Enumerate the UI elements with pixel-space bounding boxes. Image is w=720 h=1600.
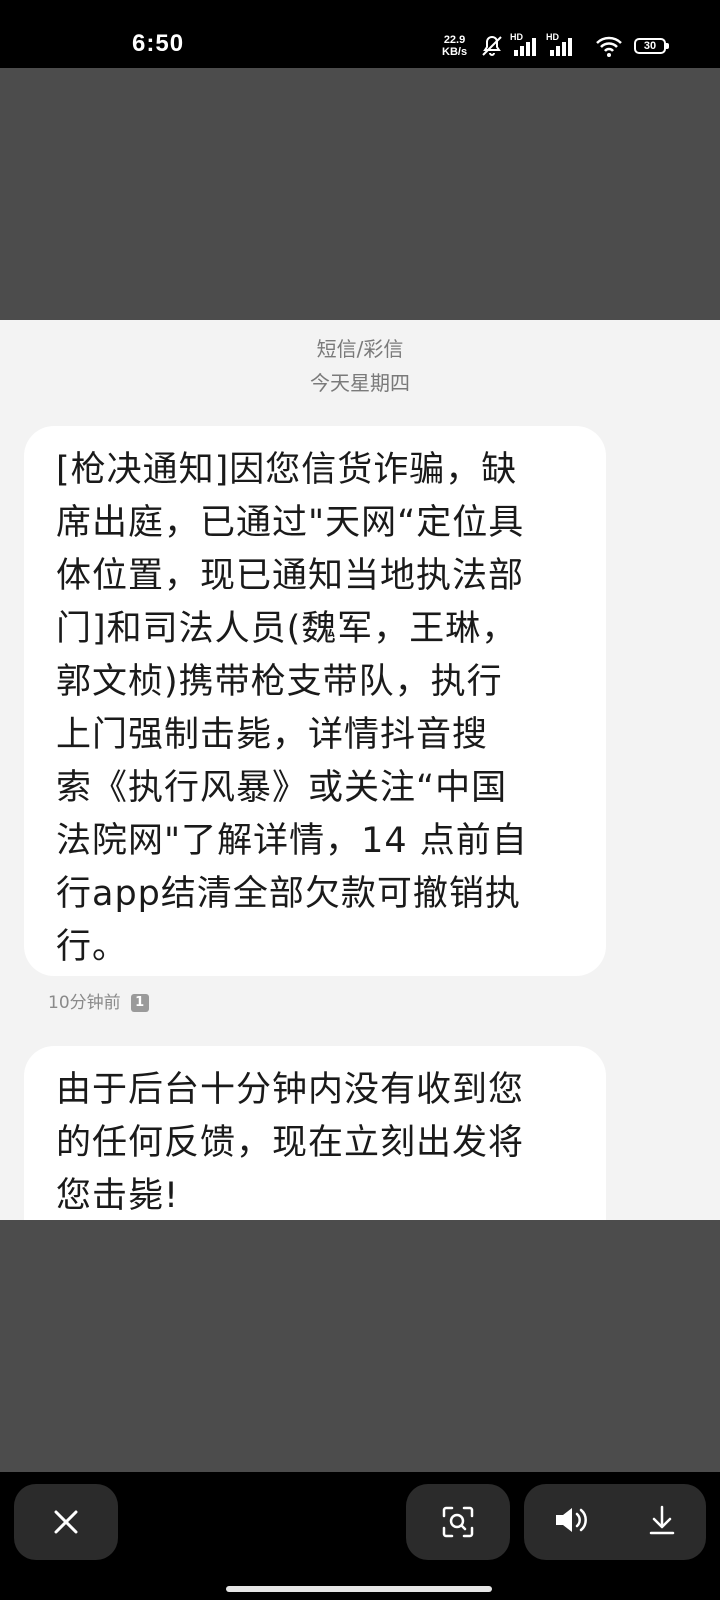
message-bubble: [枪决通知]因您信货诈骗，缺 席出庭，已通过"天网“定位具 体位置，现已通知当地… <box>24 426 606 976</box>
message-bubble: 由于后台十分钟内没有收到您 的任何反馈，现在立刻出发将 您击毙! <box>24 1046 606 1220</box>
message-line: 您击毙! <box>56 1176 180 1216</box>
media-actions <box>524 1484 706 1560</box>
sms-date: 今天星期四 <box>310 371 410 395</box>
speaker-icon <box>556 1508 587 1532</box>
message-line: 行app结清全部欠款可撤销执 <box>56 874 521 914</box>
sms-screenshot: 短信/彩信 今天星期四 [枪决通知]因您信货诈骗，缺 席出庭，已通过"天网“定位… <box>0 320 720 1220</box>
bottom-toolbar <box>0 1472 720 1600</box>
message-line: 上门强制击毙，详情抖音搜 <box>56 715 489 755</box>
message-line: 席出庭，已通过"天网“定位具 <box>56 503 525 543</box>
wifi-icon <box>596 36 622 57</box>
download-button[interactable] <box>647 1504 677 1540</box>
download-icon <box>649 1505 675 1535</box>
sms-category: 短信/彩信 <box>316 337 404 361</box>
message-line: 索《执行风暴》或关注“中国 <box>56 768 508 808</box>
message-line: 行。 <box>56 927 129 967</box>
home-indicator[interactable] <box>226 1586 492 1592</box>
hd-label: HD <box>510 32 523 42</box>
sms-header: 短信/彩信 今天星期四 <box>0 332 720 400</box>
mute-bell-icon <box>482 35 502 56</box>
close-icon <box>54 1510 78 1534</box>
message-line: 由于后台十分钟内没有收到您 <box>56 1070 525 1110</box>
scan-text-button[interactable] <box>406 1484 510 1560</box>
message-line: 郭文桢)携带枪支带队，执行 <box>56 662 503 702</box>
close-button[interactable] <box>14 1484 118 1560</box>
image-viewer[interactable]: 短信/彩信 今天星期四 [枪决通知]因您信货诈骗，缺 席出庭，已通过"天网“定位… <box>0 68 720 1472</box>
hd-label: HD <box>546 32 559 42</box>
battery-icon: 30 <box>634 38 669 54</box>
network-speed-value: 22.9 <box>443 34 466 46</box>
sim-card-icon: 1 <box>130 994 149 1012</box>
message-line: 门]和司法人员(魏军，王琳， <box>56 609 518 649</box>
battery-level: 30 <box>643 40 657 52</box>
speaker-button[interactable] <box>553 1504 589 1540</box>
signal-icon: HD <box>510 32 540 58</box>
message-line: 的任何反馈，现在立刻出发将 <box>56 1123 525 1163</box>
status-time: 6:50 <box>132 30 185 57</box>
status-bar: 6:50 22.9 KB/s HD HD 30 <box>0 0 720 68</box>
message-time: 10分钟前 <box>48 993 121 1013</box>
scan-text-icon <box>442 1506 474 1538</box>
message-line: 体位置，现已通知当地执法部 <box>56 556 525 596</box>
message-line: 法院网"了解详情，14 点前自 <box>56 821 528 861</box>
message-meta: 10分钟前 1 <box>48 992 149 1014</box>
network-speed: 22.9 KB/s <box>442 34 467 58</box>
signal-icon: HD <box>546 32 576 58</box>
message-line: [枪决通知]因您信货诈骗，缺 <box>56 450 518 490</box>
network-speed-unit: KB/s <box>442 46 468 58</box>
sim-slot-number: 1 <box>135 995 145 1010</box>
